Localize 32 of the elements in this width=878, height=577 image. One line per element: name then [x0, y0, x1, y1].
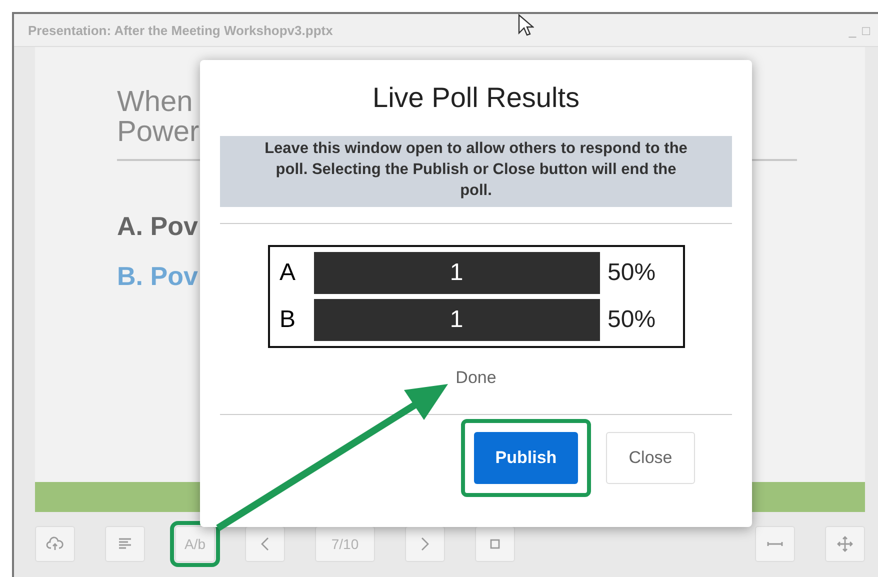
option-label: A — [280, 259, 297, 287]
next-button[interactable] — [405, 526, 445, 562]
dialog-title: Live Poll Results — [372, 82, 580, 114]
slide-option: A. Pov — [117, 201, 198, 251]
result-count: 1 — [314, 252, 600, 294]
move-button[interactable] — [825, 526, 865, 562]
chevron-left-icon — [261, 537, 269, 551]
status-text: Done — [456, 368, 496, 388]
page-counter[interactable]: 7/10 — [315, 526, 375, 562]
previous-button[interactable] — [245, 526, 285, 562]
slide-title: When — [117, 87, 193, 117]
notice-message: Leave this window open to allow others to respond to the poll. Selecting the Publish or Close button will end the poll. — [220, 136, 732, 207]
slide-option: B. Pov — [117, 251, 198, 301]
width-button[interactable] — [755, 526, 795, 562]
option-label: B — [280, 306, 297, 334]
close-button[interactable]: Close — [606, 432, 695, 484]
list-button[interactable] — [105, 526, 145, 562]
window-control[interactable]: □ — [860, 22, 872, 38]
window-title: Presentation: After the Meeting Workshopv3.pptx — [28, 22, 333, 38]
chevron-right-icon — [421, 537, 429, 551]
percent-value: 50% — [608, 259, 656, 287]
cloud-upload-button[interactable] — [35, 526, 75, 562]
move-icon — [836, 535, 854, 553]
publish-button[interactable]: Publish — [474, 432, 578, 484]
horizontal-arrows-icon — [767, 541, 783, 547]
percent-value: 50% — [608, 306, 656, 334]
cloud-upload-icon — [46, 535, 64, 553]
mouse-cursor-icon — [518, 14, 534, 38]
slide-title: Power — [117, 117, 200, 147]
square-button[interactable] — [475, 526, 515, 562]
window-control[interactable]: _ — [846, 22, 858, 38]
result-count: 1 — [314, 299, 600, 341]
